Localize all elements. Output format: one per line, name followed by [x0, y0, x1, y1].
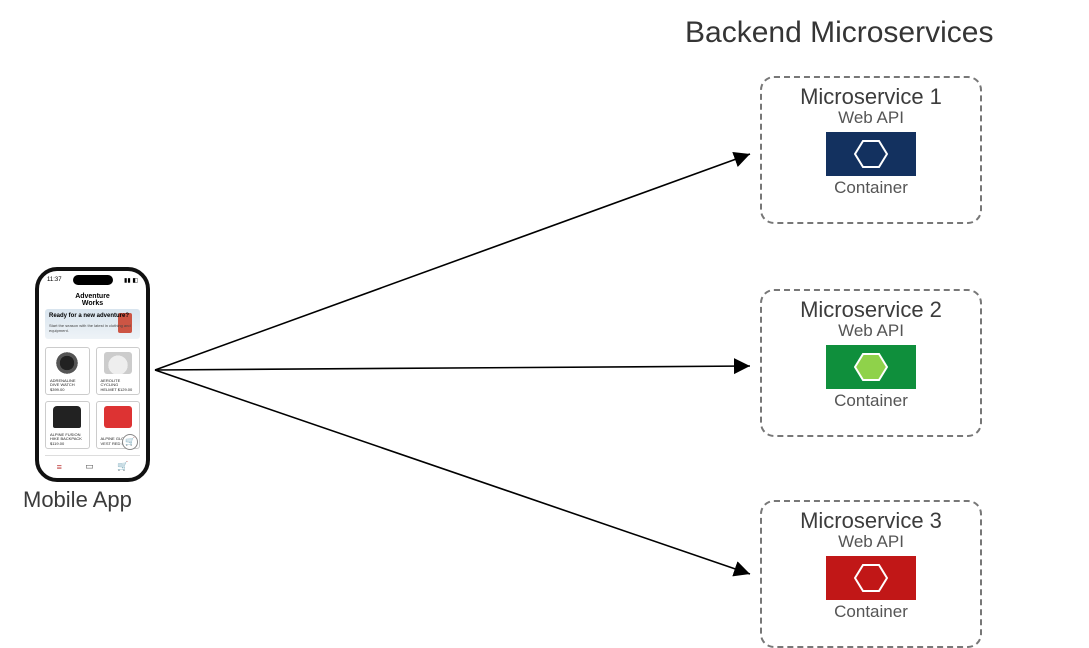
microservice-api-label: Web API — [762, 321, 980, 341]
mobile-app-mockup: 11:37 ▮▮ ◧ Adventure Works Ready for a n… — [35, 267, 150, 482]
microservice-1-box: Microservice 1 Web API Container — [760, 76, 982, 224]
phone-status-time: 11:37 — [47, 277, 62, 284]
microservice-title: Microservice 3 — [762, 508, 980, 534]
microservice-container-label: Container — [762, 391, 980, 411]
arrow-to-ms1 — [155, 154, 750, 370]
arrow-to-ms2 — [155, 366, 750, 370]
phone-tabbar: ≡ ▭ 🛒 — [45, 455, 140, 472]
hero-subtitle: Start the season with the latest in clot… — [49, 323, 146, 333]
tab-home-icon: ≡ — [57, 462, 62, 472]
microservice-api-label: Web API — [762, 108, 980, 128]
microservice-3-box: Microservice 3 Web API Container — [760, 500, 982, 648]
phone-status-bar: 11:37 ▮▮ ◧ — [47, 277, 138, 284]
product-card: ALPINE FUSION HIKE BACKPACK $119.00 — [45, 401, 90, 449]
arrow-to-ms3 — [155, 370, 750, 574]
tab-cart-icon: 🛒 — [117, 461, 128, 472]
microservice-api-label: Web API — [762, 532, 980, 552]
microservice-title: Microservice 2 — [762, 297, 980, 323]
product-grid: ADRENALINE DIVE WATCH $399.00 AEROLITE C… — [45, 347, 140, 449]
cart-fab-icon: 🛒 — [122, 434, 138, 450]
container-icon — [828, 345, 914, 389]
microservice-container-label: Container — [762, 602, 980, 622]
product-image — [104, 352, 132, 374]
product-text: AEROLITE CYCLING HELMET $129.00 — [101, 379, 136, 392]
container-icon — [828, 556, 914, 600]
product-image — [104, 406, 132, 428]
phone-status-icons: ▮▮ ◧ — [124, 277, 138, 284]
product-card: ADRENALINE DIVE WATCH $399.00 — [45, 347, 90, 395]
app-brand-line1: Adventure — [75, 293, 110, 300]
mobile-app-label: Mobile App — [23, 487, 132, 513]
microservice-title: Microservice 1 — [762, 84, 980, 110]
product-image — [53, 406, 81, 428]
container-icon — [828, 132, 914, 176]
hero-title: Ready for a new adventure? — [49, 313, 129, 319]
product-image — [53, 352, 81, 374]
tab-map-icon: ▭ — [85, 461, 94, 472]
app-brand: Adventure Works — [39, 293, 146, 307]
product-text: ALPINE FUSION HIKE BACKPACK $119.00 — [50, 433, 85, 446]
product-text: ADRENALINE DIVE WATCH $399.00 — [50, 379, 85, 392]
diagram-title: Backend Microservices — [685, 16, 993, 50]
product-card: AEROLITE CYCLING HELMET $129.00 — [96, 347, 141, 395]
microservice-2-box: Microservice 2 Web API Container — [760, 289, 982, 437]
app-brand-line2: Works — [82, 300, 103, 307]
microservice-container-label: Container — [762, 178, 980, 198]
